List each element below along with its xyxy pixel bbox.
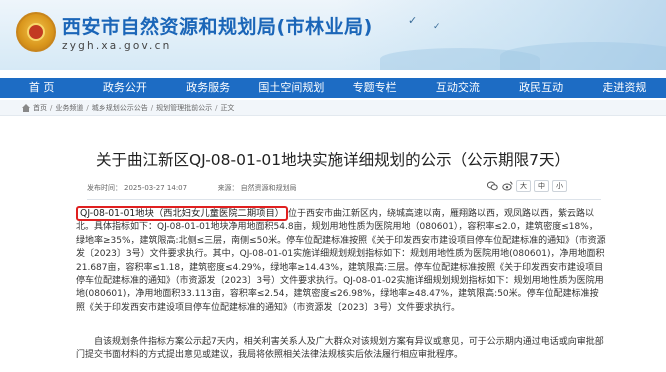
site-domain: zygh.xa.gov.cn [62, 40, 172, 52]
publish-time: 2025-03-27 14:07 [124, 184, 188, 192]
nav-item-government-affairs[interactable]: 政务公开 [83, 78, 166, 98]
site-header: ✓ ✓ 西安市自然资源和规划局(市林业局) zygh.xa.gov.cn [0, 0, 666, 70]
national-emblem-icon[interactable] [16, 12, 56, 52]
divider [87, 199, 601, 200]
wechat-share-icon[interactable] [486, 180, 498, 192]
font-medium-button[interactable]: 中 [534, 180, 549, 192]
header-hill [500, 42, 666, 70]
breadcrumb: 首页 / 业务频道 / 城乡规划公示公告 / 规划管理批前公示 / 正文 [0, 100, 666, 116]
source-label: 来源： [217, 184, 239, 192]
nav-item-public-interaction[interactable]: 政民互动 [500, 78, 583, 98]
nav-item-about[interactable]: 走进资规 [583, 78, 666, 98]
main-nav: 首 页 政务公开 政务服务 国土空间规划 专题专栏 互动交流 政民互动 走进资规 [0, 78, 666, 98]
nav-item-interaction[interactable]: 互动交流 [416, 78, 499, 98]
nav-item-services[interactable]: 政务服务 [167, 78, 250, 98]
font-large-button[interactable]: 大 [516, 180, 531, 192]
breadcrumb-planning-notices[interactable]: 城乡规划公示公告 [92, 103, 148, 113]
paragraph-2-text: 自该规划条件指标方案公示起7天内，相关利害关系人及广大群众对该规划方案有异议或意… [76, 337, 604, 361]
article-meta: 发布时间： 2025-03-27 14:07 来源： 自然资源和规划局 [87, 183, 299, 193]
nav-item-home[interactable]: 首 页 [0, 78, 83, 98]
article-body: QJ-08-01-01地块（西北妇女儿童医院二期项目） 位于西安市曲江新区内，绕城… [76, 206, 606, 315]
nav-item-special-topics[interactable]: 专题专栏 [333, 78, 416, 98]
highlighted-plot-name: QJ-08-01-01地块（西北妇女儿童医院二期项目） [76, 206, 289, 221]
breadcrumb-current: 正文 [220, 103, 235, 112]
home-icon [22, 103, 30, 112]
publish-time-label: 发布时间： [87, 184, 122, 192]
nav-item-spatial-planning[interactable]: 国土空间规划 [250, 78, 333, 98]
weibo-share-icon[interactable] [501, 180, 513, 192]
bird-icon: ✓ [433, 22, 441, 32]
paragraph-2: 自该规划条件指标方案公示起7天内，相关利害关系人及广大群众对该规划方案有异议或意… [76, 336, 606, 363]
breadcrumb-channel[interactable]: 业务频道 [55, 103, 83, 113]
source: 自然资源和规划局 [240, 184, 297, 192]
breadcrumb-home[interactable]: 首页 [33, 103, 47, 113]
site-title[interactable]: 西安市自然资源和规划局(市林业局) [62, 12, 373, 39]
share-toolbar: 大 中 小 [486, 180, 567, 192]
bird-icon: ✓ [408, 14, 418, 27]
font-small-button[interactable]: 小 [552, 180, 567, 192]
article-title: 关于曲江新区QJ-08-01-01地块实施详细规划的公示（公示期限7天） [95, 151, 571, 169]
paragraph-1: 位于西安市曲江新区内，绕城高速以南，雁翔路以西，观凤路以西，紫云路以北。具体指标… [76, 209, 606, 313]
breadcrumb-pre-approval[interactable]: 规划管理批前公示 [156, 103, 212, 113]
